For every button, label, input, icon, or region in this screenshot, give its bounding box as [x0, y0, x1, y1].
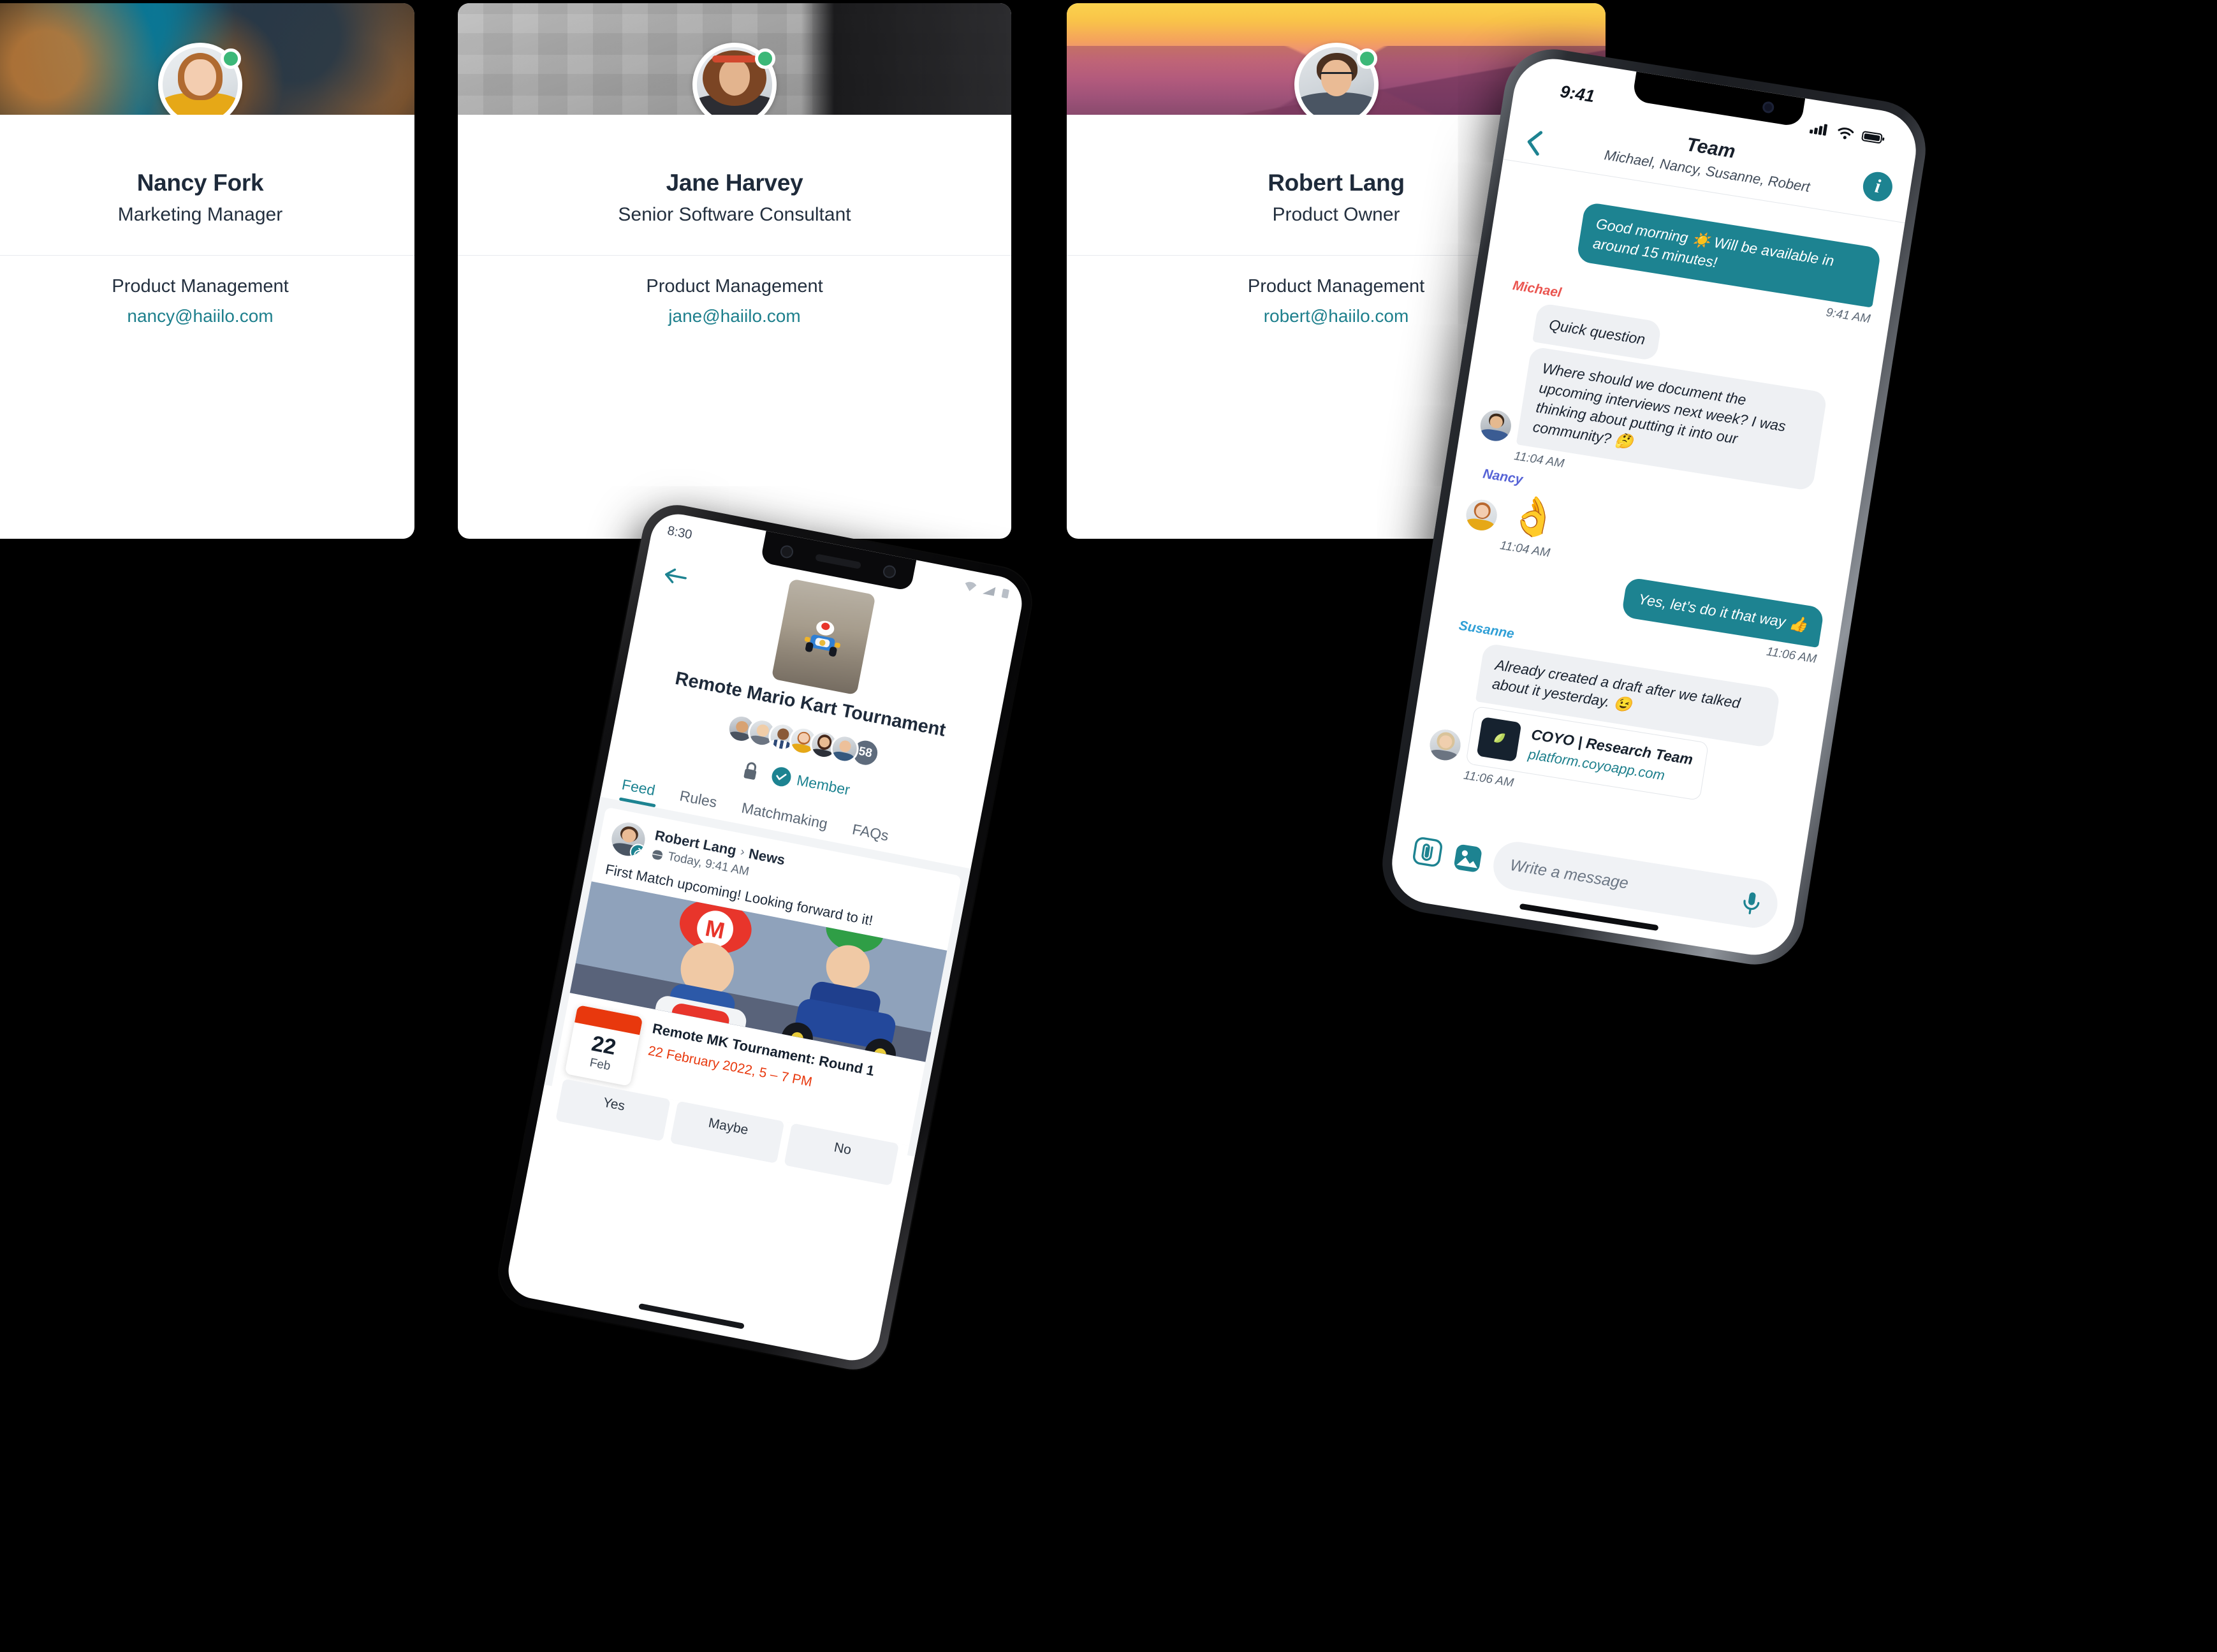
online-status-dot — [755, 48, 775, 69]
signal-icon — [983, 587, 996, 596]
mario-kart-toad-illustration — [804, 620, 840, 657]
message-time: 9:41 AM — [1825, 305, 1871, 326]
message-avatar — [1464, 497, 1500, 533]
lock-icon — [743, 762, 756, 780]
profile-role: Senior Software Consultant — [618, 204, 851, 225]
showcase-stage: Nancy Fork Marketing Manager Product Man… — [0, 0, 2217, 1652]
iphone-status-time: 9:41 — [1558, 82, 1596, 106]
online-status-dot — [221, 48, 241, 69]
avatar[interactable] — [158, 43, 242, 115]
community-cover-image — [771, 578, 876, 696]
android-device-frame: 8:30 Remote Mario Kart Tournament 58 Mem… — [493, 499, 1037, 1376]
profile-department: Product Management — [646, 276, 823, 296]
message-emoji: 👌 — [1507, 491, 1561, 541]
iphone-notch — [1632, 71, 1806, 128]
post-author-avatar — [608, 819, 648, 859]
front-camera-icon — [779, 544, 794, 560]
paperclip-icon[interactable] — [1411, 835, 1445, 869]
android-notch — [760, 530, 917, 592]
message-time: 11:06 AM — [1765, 645, 1818, 666]
post-category[interactable]: News — [747, 845, 786, 868]
profile-role: Marketing Manager — [117, 204, 283, 225]
profile-department: Product Management — [112, 276, 289, 296]
back-chevron-icon[interactable] — [1523, 128, 1545, 161]
card-cover-image — [0, 3, 414, 115]
battery-icon — [1001, 588, 1009, 599]
secondary-camera-icon — [882, 564, 897, 580]
profile-name: Nancy Fork — [136, 170, 264, 196]
avatar[interactable] — [692, 43, 777, 115]
android-screen: 8:30 Remote Mario Kart Tournament 58 Mem… — [503, 509, 1027, 1365]
calendar-badge: 22 Feb — [564, 1005, 643, 1086]
avatar[interactable] — [1294, 43, 1379, 115]
android-status-icons — [962, 580, 1011, 600]
back-arrow-icon[interactable] — [661, 564, 690, 591]
signal-icon — [1809, 124, 1827, 136]
profile-email[interactable]: jane@haiilo.com — [465, 306, 1004, 326]
android-phone-mockup: 8:30 Remote Mario Kart Tournament 58 Mem… — [493, 499, 1037, 1376]
message-input-placeholder: Write a message — [1509, 856, 1630, 893]
globe-icon — [650, 849, 665, 861]
online-status-dot — [1356, 48, 1377, 69]
card-cover-image — [458, 3, 1011, 115]
profile-email[interactable]: nancy@haiilo.com — [0, 306, 407, 326]
image-icon[interactable] — [1451, 842, 1485, 875]
front-camera-icon — [1761, 101, 1775, 114]
chat-message-list[interactable]: Good morning ☀️ Will be available in aro… — [1401, 179, 1902, 866]
post-separator: › — [739, 845, 746, 859]
microphone-icon[interactable] — [1740, 889, 1763, 917]
check-circle-icon — [770, 765, 793, 789]
wifi-icon — [965, 581, 977, 592]
membership-label: Member — [795, 771, 852, 798]
profile-card-nancy[interactable]: Nancy Fork Marketing Manager Product Man… — [0, 3, 414, 539]
membership-badge[interactable]: Member — [770, 765, 852, 800]
message-avatar — [1428, 727, 1463, 763]
earpiece-speaker — [815, 553, 861, 569]
android-status-time: 8:30 — [666, 523, 694, 543]
message-bubble: Good morning ☀️ Will be available in aro… — [1576, 201, 1882, 308]
coyo-logo-icon — [1476, 717, 1522, 763]
profile-card-jane[interactable]: Jane Harvey Senior Software Consultant P… — [458, 3, 1011, 539]
battery-icon — [1861, 131, 1885, 144]
message-avatar — [1478, 407, 1514, 443]
wifi-icon — [1838, 128, 1854, 140]
iphone-status-icons — [1809, 121, 1886, 145]
android-home-indicator[interactable] — [638, 1303, 745, 1329]
profile-name: Jane Harvey — [666, 170, 803, 196]
